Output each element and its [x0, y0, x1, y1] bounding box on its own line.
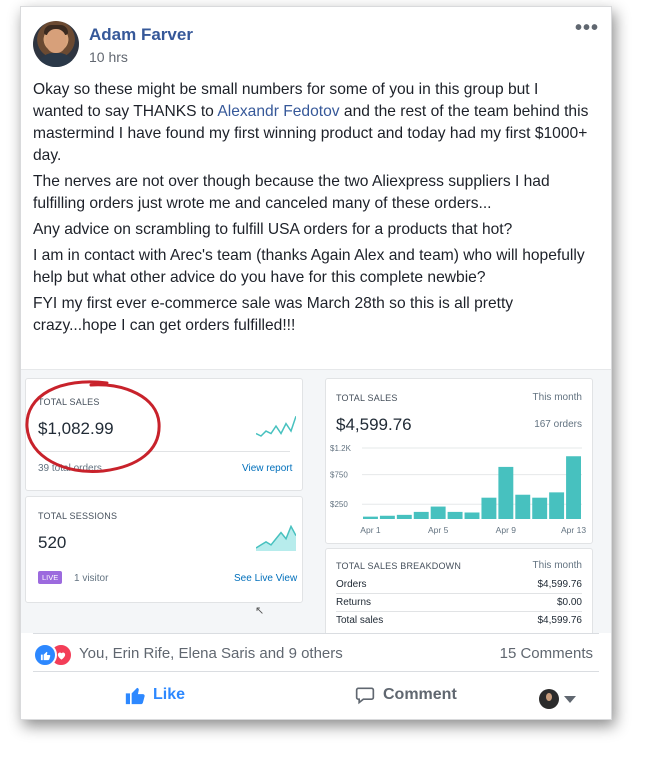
- y-tick-label: $250: [330, 500, 348, 509]
- mouse-cursor-icon: ↖: [255, 605, 265, 617]
- post-paragraph-3: Any advice on scrambling to fulfill USA …: [33, 221, 513, 238]
- comment-button[interactable]: Comment: [355, 685, 457, 705]
- sales-breakdown-card: TOTAL SALES BREAKDOWN This month Orders …: [325, 548, 593, 633]
- breakdown-total-label: Total sales: [336, 615, 384, 626]
- chart-bar: [532, 497, 548, 519]
- chart-bar: [396, 514, 412, 519]
- sales-chart-card: TOTAL SALES This month $4,599.76 167 ord…: [325, 378, 593, 544]
- y-tick-label: $750: [330, 471, 348, 480]
- post-paragraph-4: I am in contact with Arec's team (thanks…: [33, 247, 585, 286]
- sales-sparkline: [256, 415, 296, 437]
- x-tick-label: Apr 1: [360, 525, 381, 535]
- mention-link[interactable]: Alexandr Fedotov: [217, 103, 339, 120]
- reactions-summary[interactable]: You, Erin Rife, Elena Saris and 9 others: [79, 645, 343, 662]
- x-tick-label: Apr 9: [496, 525, 517, 535]
- breakdown-returns-value: $0.00: [556, 597, 582, 608]
- sessions-value: 520: [38, 533, 67, 552]
- author-name[interactable]: Adam Farver: [89, 25, 193, 45]
- live-view-link[interactable]: See Live View: [234, 573, 297, 584]
- post-paragraph-5: FYI my first ever e-commerce sale was Ma…: [33, 295, 514, 334]
- breakdown-returns-label: Returns: [336, 597, 372, 608]
- live-badge: LIVE: [38, 571, 63, 584]
- chart-bar: [498, 466, 514, 519]
- total-sales-label: TOTAL SALES: [38, 397, 100, 407]
- like-reaction-icon: [33, 643, 57, 667]
- total-sales-card: TOTAL SALES $1,082.99 39 total orders Vi…: [25, 378, 303, 491]
- like-button[interactable]: Like: [125, 685, 185, 705]
- comment-label: Comment: [383, 686, 457, 703]
- post-timestamp[interactable]: 10 hrs: [89, 49, 128, 65]
- post-text: Okay so these might be small numbers for…: [33, 79, 589, 341]
- chart-period: This month: [532, 392, 582, 403]
- chart-bar: [464, 512, 480, 519]
- reactions-bar[interactable]: You, Erin Rife, Elena Saris and 9 others…: [33, 643, 593, 667]
- post-paragraph-2: The nerves are not over though because t…: [33, 173, 550, 212]
- chart-bar: [430, 506, 446, 519]
- chart-total-value: $4,599.76: [336, 415, 412, 434]
- chart-bar: [481, 497, 497, 519]
- post-card: Adam Farver 10 hrs ••• Okay so these mig…: [20, 6, 612, 720]
- post-paragraph-1: Okay so these might be small numbers for…: [33, 81, 589, 164]
- user-avatar: [539, 689, 559, 709]
- like-label: Like: [153, 686, 186, 703]
- breakdown-total-value: $4,599.76: [537, 615, 583, 626]
- total-orders: 39 total orders: [38, 463, 102, 474]
- card-divider: [38, 451, 290, 452]
- chart-bar: [447, 511, 463, 519]
- sessions-card: TOTAL SESSIONS 520 LIVE 1 visitor See Li…: [25, 496, 303, 603]
- view-report-link[interactable]: View report: [242, 463, 292, 474]
- chart-bar: [379, 515, 395, 519]
- post-as-selector[interactable]: [539, 689, 576, 709]
- comments-count[interactable]: 15 Comments: [500, 645, 593, 662]
- breakdown-divider: [336, 593, 582, 594]
- chart-bar: [363, 516, 378, 519]
- chevron-down-icon: [564, 695, 576, 703]
- thumbs-up-icon: [125, 687, 145, 705]
- chart-bar: [413, 511, 429, 519]
- x-tick-label: Apr 5: [428, 525, 449, 535]
- chart-bar: [549, 492, 565, 519]
- x-tick-label: Apr 13: [561, 525, 586, 535]
- section-divider: [33, 671, 599, 672]
- chart-bar: [515, 494, 531, 519]
- section-divider: [33, 633, 599, 634]
- more-options-icon[interactable]: •••: [575, 17, 599, 40]
- sessions-label: TOTAL SESSIONS: [38, 511, 118, 521]
- attached-dashboard-screenshot[interactable]: TOTAL SALES $1,082.99 39 total orders Vi…: [21, 369, 611, 633]
- author-avatar[interactable]: [33, 21, 79, 67]
- y-tick-label: $1.2K: [330, 444, 352, 453]
- chart-title: TOTAL SALES: [336, 393, 398, 403]
- comment-icon: [355, 687, 375, 705]
- chart-bar: [566, 456, 581, 519]
- sessions-sparkline: [256, 525, 296, 551]
- total-sales-value: $1,082.99: [38, 419, 114, 438]
- breakdown-period: This month: [532, 560, 582, 571]
- sales-bar-chart: $1.2K $750 $250 Apr 1 Apr 5 Apr 9 Apr 13: [330, 444, 586, 535]
- visitor-count: 1 visitor: [74, 573, 109, 584]
- chart-orders: 167 orders: [534, 419, 582, 430]
- breakdown-orders-label: Orders: [336, 579, 367, 590]
- breakdown-title: TOTAL SALES BREAKDOWN: [336, 561, 462, 571]
- breakdown-divider: [336, 611, 582, 612]
- breakdown-orders-value: $4,599.76: [537, 579, 583, 590]
